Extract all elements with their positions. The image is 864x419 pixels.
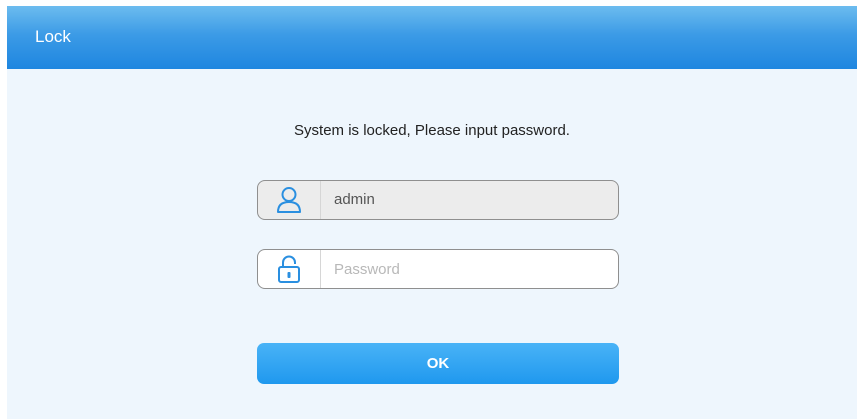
dialog-title: Lock — [35, 27, 71, 46]
password-field[interactable] — [257, 249, 619, 289]
username-icon-box — [258, 181, 321, 219]
lock-dialog: Lock System is locked, Please input pass… — [7, 6, 857, 419]
password-input[interactable] — [321, 250, 618, 288]
lock-icon — [278, 255, 300, 283]
username-field: admin — [257, 180, 619, 220]
ok-button[interactable]: OK — [257, 343, 619, 384]
lock-message: System is locked, Please input password. — [294, 122, 570, 139]
username-value: admin — [334, 191, 375, 208]
title-bar: Lock — [7, 6, 857, 69]
user-icon — [277, 187, 301, 213]
password-icon-box — [258, 250, 321, 288]
